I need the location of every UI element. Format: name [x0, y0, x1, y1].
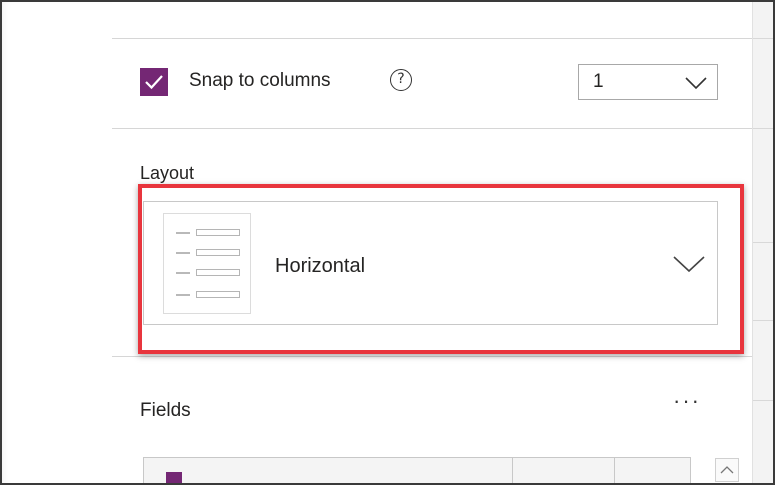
divider-layout	[112, 356, 752, 357]
divider-snap	[112, 128, 752, 129]
snap-to-columns-checkbox[interactable]	[140, 68, 168, 96]
layout-label: Layout	[140, 163, 195, 183]
fields-label: Fields	[140, 400, 191, 421]
left-gutter	[2, 2, 113, 483]
chevron-down-icon	[685, 77, 707, 90]
highlight-annotation-box	[138, 184, 744, 354]
help-icon[interactable]: ?	[390, 69, 412, 91]
columns-select-value: 1	[593, 71, 604, 92]
columns-select[interactable]: 1	[578, 64, 718, 100]
divider-top	[112, 38, 752, 39]
fields-list-header	[143, 457, 691, 483]
scroll-up-icon[interactable]	[715, 458, 739, 482]
right-scroll-strip	[752, 2, 773, 483]
checkmark-icon	[145, 75, 163, 90]
snap-to-columns-label: Snap to columns	[189, 70, 331, 91]
screenshot-frame: Snap to columns ? 1 Layout Horizontal Fi…	[0, 0, 775, 485]
field-checkbox[interactable]	[166, 472, 182, 483]
more-options-button[interactable]: ···	[667, 390, 707, 420]
